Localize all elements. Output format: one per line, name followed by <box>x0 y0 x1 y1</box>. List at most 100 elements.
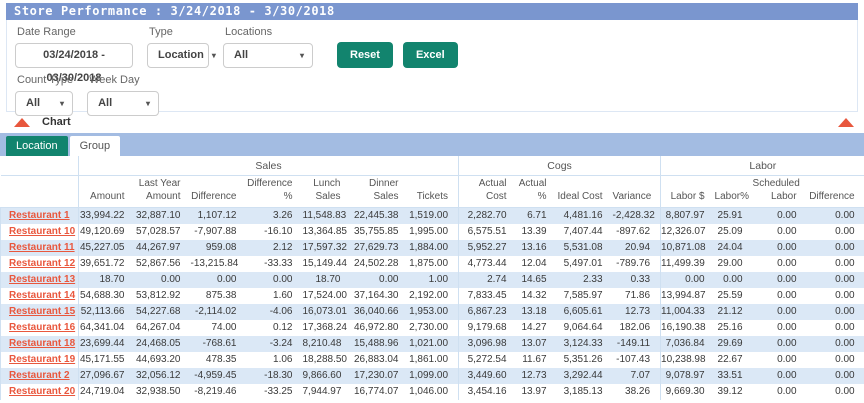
value-cell: 2.74 <box>459 272 517 288</box>
value-cell: 0.00 <box>753 384 807 400</box>
restaurant-link[interactable]: Restaurant 18 <box>9 338 75 349</box>
locations-select-value: All <box>234 44 248 67</box>
value-cell: 74.00 <box>191 320 247 336</box>
value-cell: 18.70 <box>79 272 135 288</box>
value-cell: 14.65 <box>517 272 557 288</box>
locations-select[interactable]: All ▾ <box>223 43 313 68</box>
table-row: Restaurant 1552,113.6654,227.68-2,114.02… <box>1 304 864 320</box>
value-cell: 71.86 <box>613 288 661 304</box>
value-cell: 18,288.50 <box>303 352 351 368</box>
value-cell: 17,368.24 <box>303 320 351 336</box>
restaurant-name-cell: Restaurant 1 <box>1 208 79 224</box>
value-cell: 13.97 <box>517 384 557 400</box>
value-cell: 27,629.73 <box>351 240 409 256</box>
value-cell: 22,445.38 <box>351 208 409 224</box>
value-cell: -3.24 <box>247 336 303 352</box>
count-type-select[interactable]: All ▾ <box>15 91 73 116</box>
value-cell: 13.18 <box>517 304 557 320</box>
value-cell: 0.12 <box>247 320 303 336</box>
value-cell: 11,499.39 <box>661 256 715 272</box>
table-row: Restaurant 1454,688.3053,812.92875.381.6… <box>1 288 864 304</box>
count-type-select-value: All <box>26 92 40 115</box>
value-cell: 875.38 <box>191 288 247 304</box>
excel-button[interactable]: Excel <box>403 42 458 68</box>
restaurant-name-cell: Restaurant 11 <box>1 240 79 256</box>
value-cell: 0.00 <box>807 320 864 336</box>
value-cell: 12.73 <box>613 304 661 320</box>
value-cell: 0.00 <box>807 288 864 304</box>
value-cell: 11,004.33 <box>661 304 715 320</box>
week-day-label: Week Day <box>89 74 159 86</box>
value-cell: 0.00 <box>807 208 864 224</box>
column-header: Actual Cost <box>459 176 517 208</box>
collapse-triangle-icon[interactable] <box>14 118 30 127</box>
restaurant-link[interactable]: Restaurant 10 <box>9 226 75 237</box>
restaurant-link[interactable]: Restaurant 2 <box>9 370 70 381</box>
value-cell: 49,120.69 <box>79 224 135 240</box>
restaurant-link[interactable]: Restaurant 11 <box>9 242 75 253</box>
value-cell: 24,719.04 <box>79 384 135 400</box>
value-cell: 2,192.00 <box>409 288 459 304</box>
value-cell: 32,938.50 <box>135 384 191 400</box>
restaurant-link[interactable]: Restaurant 12 <box>9 258 75 269</box>
value-cell: 11.67 <box>517 352 557 368</box>
value-cell: 3,449.60 <box>459 368 517 384</box>
value-cell: 3,454.16 <box>459 384 517 400</box>
tab-location[interactable]: Location <box>6 136 68 156</box>
column-header: Scheduled Labor <box>753 176 807 208</box>
restaurant-link[interactable]: Restaurant 1 <box>9 210 70 221</box>
collapse-triangle-icon[interactable] <box>838 118 854 127</box>
type-select[interactable]: Location ▾ <box>147 43 209 68</box>
value-cell: 44,693.20 <box>135 352 191 368</box>
value-cell: 0.00 <box>135 272 191 288</box>
page-title: Store Performance : 3/24/2018 - 3/30/201… <box>6 3 858 20</box>
week-day-select[interactable]: All ▾ <box>87 91 159 116</box>
value-cell: 33.51 <box>715 368 753 384</box>
restaurant-link[interactable]: Restaurant 20 <box>9 386 75 397</box>
restaurant-link[interactable]: Restaurant 13 <box>9 274 75 285</box>
value-cell: 10,871.08 <box>661 240 715 256</box>
column-header: Difference <box>807 176 864 208</box>
value-cell: 0.00 <box>753 368 807 384</box>
restaurant-link[interactable]: Restaurant 16 <box>9 322 75 333</box>
value-cell: 2,282.70 <box>459 208 517 224</box>
value-cell: 0.00 <box>807 352 864 368</box>
table-row: Restaurant 1239,651.7252,867.56-13,215.8… <box>1 256 864 272</box>
restaurant-link[interactable]: Restaurant 14 <box>9 290 75 301</box>
value-cell: 1,021.00 <box>409 336 459 352</box>
value-cell: 0.00 <box>807 240 864 256</box>
value-cell: 959.08 <box>191 240 247 256</box>
table-row: Restaurant 1664,341.0464,267.0474.000.12… <box>1 320 864 336</box>
value-cell: 29.00 <box>715 256 753 272</box>
value-cell: -4,959.45 <box>191 368 247 384</box>
value-cell: 8,210.48 <box>303 336 351 352</box>
value-cell: 25.09 <box>715 224 753 240</box>
week-day-select-value: All <box>98 92 112 115</box>
value-cell: 0.00 <box>753 320 807 336</box>
restaurant-name-cell: Restaurant 18 <box>1 336 79 352</box>
value-cell: 7,585.97 <box>557 288 613 304</box>
value-cell: 38.26 <box>613 384 661 400</box>
date-range-input[interactable]: 03/24/2018 - 03/30/2018 <box>15 43 133 68</box>
value-cell: 13.16 <box>517 240 557 256</box>
value-cell: 39,651.72 <box>79 256 135 272</box>
value-cell: 17,524.00 <box>303 288 351 304</box>
value-cell: 9,866.60 <box>303 368 351 384</box>
value-cell: 10,238.98 <box>661 352 715 368</box>
filter-panel: Date Range 03/24/2018 - 03/30/2018 Type … <box>6 20 858 112</box>
value-cell: -789.76 <box>613 256 661 272</box>
value-cell: 54,227.68 <box>135 304 191 320</box>
value-cell: 46,972.80 <box>351 320 409 336</box>
value-cell: 0.00 <box>715 272 753 288</box>
value-cell: 14.32 <box>517 288 557 304</box>
value-cell: 0.00 <box>753 304 807 320</box>
restaurant-name-cell: Restaurant 19 <box>1 352 79 368</box>
reset-button[interactable]: Reset <box>337 42 393 68</box>
restaurant-link[interactable]: Restaurant 15 <box>9 306 75 317</box>
value-cell: 6,575.51 <box>459 224 517 240</box>
value-cell: 45,171.55 <box>79 352 135 368</box>
restaurant-link[interactable]: Restaurant 19 <box>9 354 75 365</box>
tab-group[interactable]: Group <box>70 136 121 156</box>
value-cell: -4.06 <box>247 304 303 320</box>
value-cell: 3,185.13 <box>557 384 613 400</box>
